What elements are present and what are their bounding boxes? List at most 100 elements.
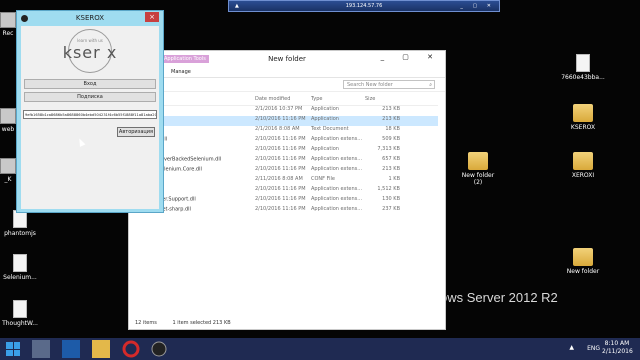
explorer-window: Application Tools New folder _ ▢ ✕ Manag… (128, 50, 446, 330)
logo-wordmark: kser x (62, 43, 118, 62)
app-circle-icon[interactable] (150, 340, 168, 358)
explorer-titlebar[interactable]: Application Tools New folder _ ▢ ✕ (129, 51, 445, 66)
col-date[interactable]: Date modified (255, 96, 290, 102)
kserox-titlebar[interactable]: KSEROX × (17, 11, 163, 26)
file-size: 237 KB (382, 206, 400, 212)
file-date: 2/10/2016 11:16 PM (255, 196, 306, 202)
folder-icon (573, 248, 593, 266)
remote-address: 193.124.57.76 (345, 3, 383, 9)
desktop-icon-phantomjs[interactable]: phantomjs (0, 210, 42, 237)
powershell-icon[interactable] (62, 340, 80, 358)
ribbon: Manage (129, 66, 445, 78)
file-date: 2/10/2016 11:16 PM (255, 206, 306, 212)
table-row[interactable]: oft.Json.dll2/10/2016 11:16 PMApplicatio… (133, 136, 438, 146)
desktop-icon-new-folder[interactable]: New folder (561, 248, 605, 275)
file-size: 509 KB (382, 136, 400, 142)
kserox-window: KSEROX × learn with us kser x Вход Подпи… (16, 10, 164, 213)
table-row[interactable]: _5061_2/10/2016 11:16 PMApplication213 K… (133, 116, 438, 126)
file-type: Application extens... (311, 156, 363, 162)
file-type: Application extens... (311, 166, 363, 172)
subscribe-button[interactable]: Подписка (24, 92, 156, 102)
desktop-icon-kserox[interactable]: KSEROX (561, 104, 605, 131)
key-field[interactable]: 9efb1658b1ca8686b5a8688860b4ebd504231f4c… (23, 110, 157, 119)
desktop-icon-new-folder-2[interactable]: New folder (2) (456, 152, 500, 186)
status-selected: 1 item selected 213 KB (172, 320, 231, 326)
app-icon (0, 158, 16, 174)
file-type: CONF File (311, 176, 335, 182)
taskbar: ▲ ENG 8:10 AM 2/11/2016 (0, 338, 640, 360)
document-icon (576, 54, 590, 72)
file-type: Application extens... (311, 206, 363, 212)
file-date: 2/10/2016 11:16 PM (255, 186, 306, 192)
file-type: Application extens... (311, 186, 363, 192)
table-row[interactable]: websocket-sharp.dll 2/10/2016 11:16 PM App… (133, 206, 438, 216)
desktop-icon-thoughtworks[interactable]: ThoughtW... (0, 300, 42, 327)
clock[interactable]: 8:10 AM 2/11/2016 (602, 340, 633, 356)
address-row: Search New folder ⌕ (129, 78, 445, 92)
explorer-window-controls[interactable]: _ ▢ ✕ (381, 53, 441, 61)
status-bar: 12 items 1 item selected 213 KB (129, 317, 445, 329)
table-row[interactable]: 2/1/2016 10:37 PM Application 213 KB (133, 106, 438, 116)
file-size: 213 KB (382, 116, 400, 122)
file-explorer-icon[interactable] (92, 340, 110, 358)
language-indicator[interactable]: ENG (587, 345, 600, 352)
file-type: Application extens... (311, 136, 363, 142)
table-row[interactable]: 2/1/2016 8:08 AM Text Document 18 KB (133, 126, 438, 136)
folder-icon (573, 104, 593, 122)
file-type: Application (311, 106, 339, 112)
file-size: 18 KB (385, 126, 400, 132)
authorize-button[interactable]: Авторизация (117, 127, 155, 137)
table-row[interactable]: ms2/10/2016 11:16 PMApplication7,313 KB (133, 146, 438, 156)
table-row[interactable]: n.conf2/11/2016 8:08 AMCONF File1 KB (133, 176, 438, 186)
search-icon: ⌕ (429, 82, 432, 88)
col-type[interactable]: Type (311, 96, 322, 102)
file-date: 2/10/2016 11:16 PM (255, 156, 306, 162)
kserox-body: learn with us kser x Вход Подписка 9efb1… (21, 26, 159, 209)
remote-window-controls[interactable]: _ ▢ ✕ (460, 1, 495, 12)
kserox-title: KSEROX (75, 14, 105, 22)
file-date: 2/10/2016 11:16 PM (255, 166, 306, 172)
file-size: 213 KB (382, 106, 400, 112)
col-size[interactable]: Size (365, 96, 400, 102)
tab-manage[interactable]: Manage (171, 69, 191, 75)
login-button[interactable]: Вход (24, 79, 156, 89)
file-size: 213 KB (382, 166, 400, 172)
file-date: 2/1/2016 10:37 PM (255, 106, 303, 112)
app-icon (0, 108, 16, 124)
file-size: 657 KB (382, 156, 400, 162)
file-date: 2/10/2016 11:16 PM (255, 146, 306, 152)
app-icon (21, 15, 28, 22)
start-button[interactable] (6, 342, 20, 356)
file-size: 130 KB (382, 196, 400, 202)
file-size: 1 KB (388, 176, 400, 182)
pin-icon[interactable]: ▲ (235, 1, 239, 12)
file-date: 2/11/2016 8:08 AM (255, 176, 303, 182)
desktop-icon-7660[interactable]: 7660e43bba... (561, 54, 605, 81)
file-size: 7,313 KB (377, 146, 400, 152)
file-rows: 2/1/2016 10:37 PMApplication213 KB_5061_… (133, 106, 438, 216)
status-count: 12 items (135, 320, 157, 326)
kserox-logo: learn with us kser x (62, 29, 118, 73)
table-row[interactable]: WebDriver.Support.dll 2/10/2016 11:16 PM A… (133, 196, 438, 206)
tray-overflow-icon[interactable]: ▲ (569, 344, 574, 351)
file-date: 2/10/2016 11:16 PM (255, 136, 306, 142)
table-row[interactable]: er.dll2/10/2016 11:16 PMApplication exte… (133, 186, 438, 196)
mouse-pointer-icon (76, 137, 86, 147)
recycle-bin-icon (0, 12, 16, 28)
desktop-icon-xeroxi[interactable]: XEROXI (561, 152, 605, 179)
file-icon (13, 254, 27, 272)
table-row[interactable]: Works.Selenium.Core.dll 2/10/2016 11:16 P… (133, 166, 438, 176)
server-manager-icon[interactable] (32, 340, 50, 358)
remote-connection-bar[interactable]: ▲ 193.124.57.76 _ ▢ ✕ (228, 0, 500, 12)
file-type: Application (311, 146, 339, 152)
table-header: Date modified Type Size (133, 96, 438, 106)
opera-icon[interactable] (122, 340, 140, 358)
desktop-icon-selenium[interactable]: Selenium... (0, 254, 42, 281)
search-input[interactable]: Search New folder ⌕ (343, 80, 435, 89)
os-watermark: ows Server 2012 R2 (440, 290, 558, 305)
close-button[interactable]: × (145, 12, 159, 22)
file-date: 2/10/2016 11:16 PM (255, 116, 306, 122)
file-date: 2/1/2016 8:08 AM (255, 126, 300, 132)
table-row[interactable]: n.WebDriverBackedSelenium.dll 2/10/2016 1… (133, 156, 438, 166)
file-type: Application (311, 116, 339, 122)
